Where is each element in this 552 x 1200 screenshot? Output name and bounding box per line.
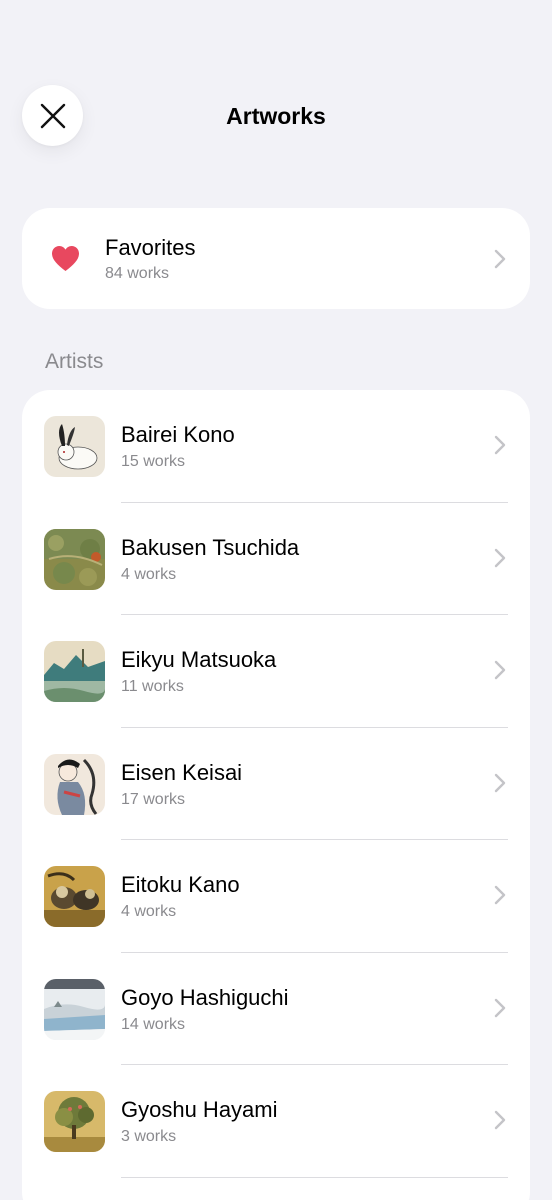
artist-row-goyo-hashiguchi[interactable]: Goyo Hashiguchi 14 works [22,953,530,1065]
favorites-count: 84 works [105,265,170,282]
artworks-screen: Artworks Favorites 84 works Artists Bair… [0,0,552,1200]
chevron-right-icon [494,885,506,905]
artist-row-eitoku-kano[interactable]: Eitoku Kano 4 works [22,840,530,953]
row-divider [121,1176,508,1178]
artist-work-count: 3 works [121,1128,177,1145]
artist-work-count: 14 works [121,1015,186,1033]
artist-row-eikyu-matsuoka[interactable]: Eikyu Matsuoka 11 works [22,615,530,728]
artist-work-count: 4 works [121,565,177,583]
artist-thumbnail [44,641,105,702]
artist-name: Gyoshu Hayami [121,1097,278,1122]
artist-name: Goyo Hashiguchi [121,984,289,1010]
artists-list: Bairei Kono 15 works Bakusen Tsuchida 4 … [22,390,530,1200]
chevron-right-icon [494,1110,506,1130]
chevron-right-icon [494,998,506,1017]
chevron-right-icon [494,773,506,792]
artist-name: Eikyu Matsuoka [121,647,277,672]
artist-row-bakusen-tsuchida[interactable]: Bakusen Tsuchida 4 works [22,503,530,615]
artist-thumbnail [44,528,105,590]
artist-row-gyoshu-hayami[interactable]: Gyoshu Hayami 3 works [22,1065,530,1178]
chevron-right-icon [494,660,506,680]
header: Artworks [0,0,552,180]
artist-work-count: 15 works [121,453,186,470]
artist-work-count: 11 works [121,678,184,695]
artist-thumbnail [44,416,105,477]
artist-work-count: 4 works [121,903,177,920]
favorites-card: Favorites 84 works [22,208,530,309]
artist-name: Bairei Kono [121,422,235,447]
artist-row-eisen-keisai[interactable]: Eisen Keisai 17 works [22,728,530,840]
chevron-right-icon [494,435,506,455]
chevron-right-icon [494,249,506,269]
heart-icon [52,246,79,271]
favorites-row[interactable]: Favorites 84 works [22,208,530,309]
artist-thumbnail [44,978,105,1040]
artist-name: Eisen Keisai [121,759,243,785]
artist-thumbnail [44,753,105,815]
chevron-right-icon [494,548,506,567]
artist-work-count: 17 works [121,790,186,808]
artist-thumbnail [44,866,105,927]
artist-name: Eitoku Kano [121,872,240,897]
artist-row-bairei-kono[interactable]: Bairei Kono 15 works [22,390,530,503]
artist-thumbnail [44,1091,105,1152]
section-header-artists: Artists [45,350,104,373]
favorites-label: Favorites [105,235,196,260]
artist-name: Bakusen Tsuchida [121,534,300,560]
page-title: Artworks [226,103,326,129]
